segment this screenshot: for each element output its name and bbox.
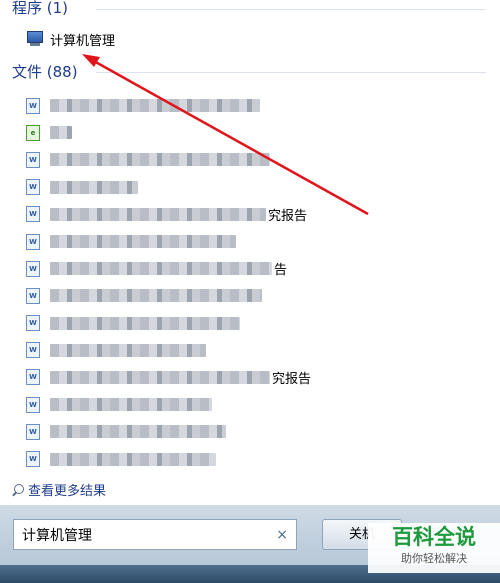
annotation-arrow [82, 54, 369, 216]
watermark-subtitle: 助你轻松解决 [401, 552, 467, 565]
search-box[interactable]: × [13, 519, 297, 550]
baike-watermark: 百科全说 助你轻松解决 [368, 523, 500, 573]
search-input[interactable] [20, 525, 264, 544]
watermark-title: 百科全说 [392, 525, 476, 549]
clear-search-icon[interactable]: × [276, 527, 288, 543]
